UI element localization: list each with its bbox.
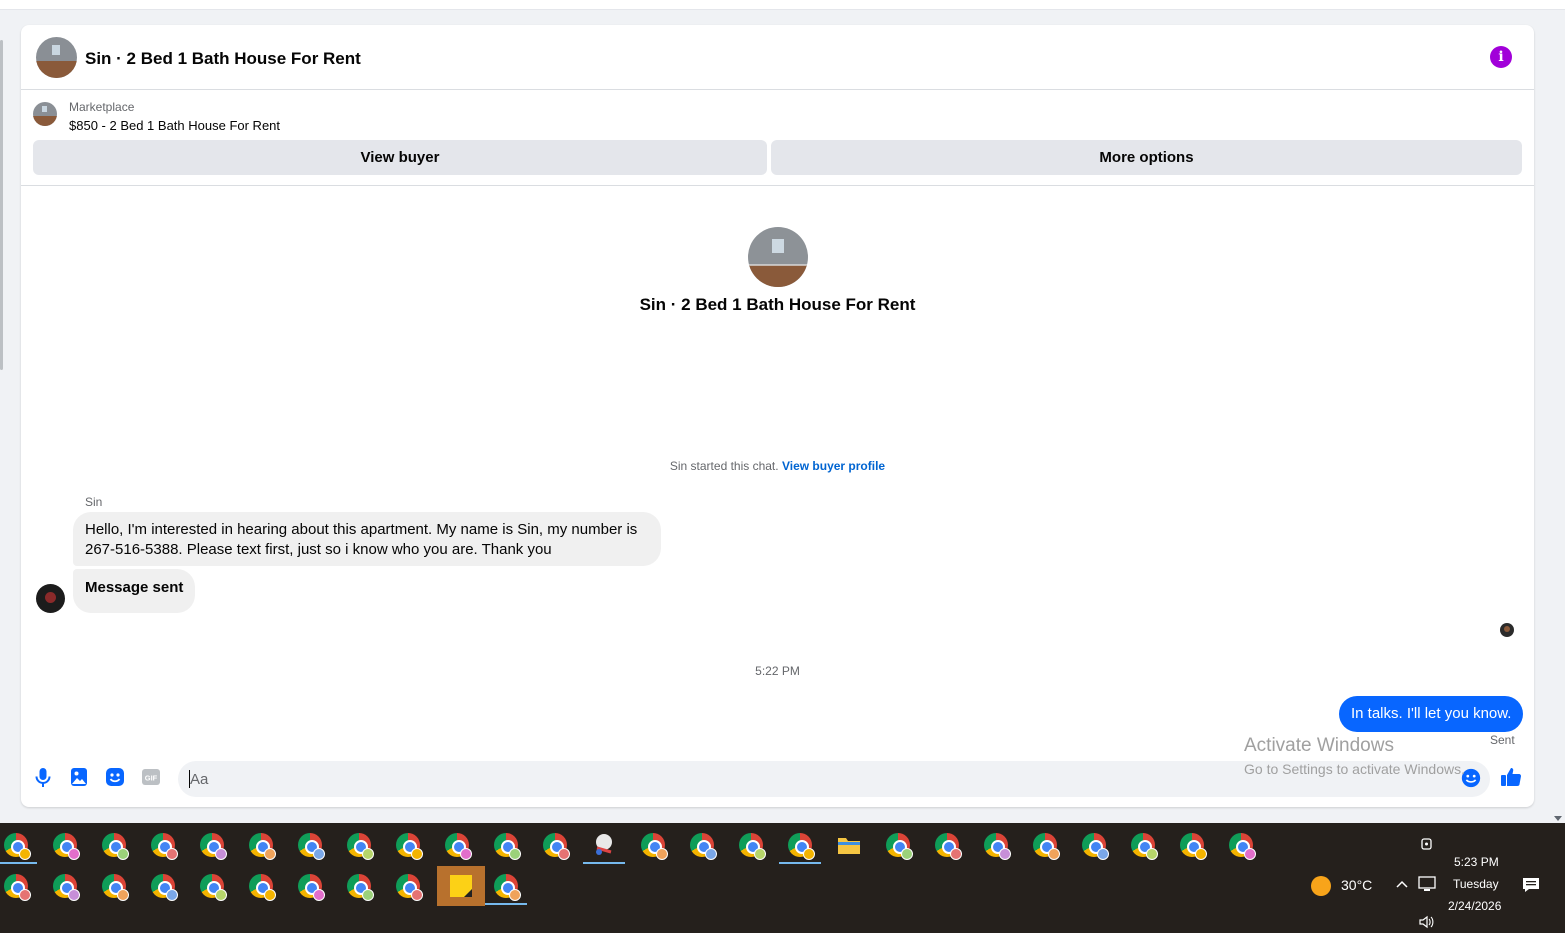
chrome-taskbar-icon[interactable]: [344, 871, 374, 901]
file-explorer-taskbar-icon[interactable]: [834, 830, 864, 860]
weather-sun-icon[interactable]: [1311, 876, 1331, 896]
hero-title: Sin · 2 Bed 1 Bath House For Rent: [639, 295, 916, 314]
chrome-taskbar-icon[interactable]: [779, 830, 821, 864]
chrome-taskbar-icon[interactable]: [442, 830, 472, 860]
chrome-taskbar-icon[interactable]: [491, 830, 521, 860]
photo-icon[interactable]: [67, 765, 91, 789]
chrome-taskbar-icon[interactable]: [1177, 830, 1207, 860]
text-caret: [189, 770, 190, 788]
chrome-taskbar-icon[interactable]: [1128, 830, 1158, 860]
view-buyer-button[interactable]: View buyer: [33, 140, 767, 175]
clock-day[interactable]: Tuesday: [1453, 877, 1499, 891]
browser-top-strip: [0, 0, 1565, 10]
activate-windows-watermark: Activate Windows Go to Settings to activ…: [1244, 735, 1465, 777]
listing-avatar[interactable]: [36, 37, 77, 78]
chrome-taskbar-icon[interactable]: [197, 871, 227, 901]
marketplace-banner: Marketplace $850 - 2 Bed 1 Bath House Fo…: [21, 91, 1534, 186]
meet-now-icon[interactable]: [1420, 836, 1434, 855]
chrome-taskbar-icon[interactable]: [99, 830, 129, 860]
chrome-taskbar-icon[interactable]: [1226, 830, 1256, 860]
chrome-taskbar-icon[interactable]: [344, 830, 374, 860]
microphone-icon[interactable]: [31, 765, 55, 789]
gif-icon[interactable]: GIF: [139, 765, 163, 789]
sticker-icon[interactable]: [103, 765, 127, 789]
chrome-taskbar-icon[interactable]: [883, 830, 913, 860]
incoming-message[interactable]: Message sent: [73, 569, 196, 613]
chat-started-notice: Sin started this chat. View buyer profil…: [21, 459, 1534, 473]
page-scrollbar[interactable]: [1551, 10, 1565, 823]
chrome-taskbar-icon[interactable]: [0, 830, 37, 864]
chrome-taskbar-icon[interactable]: [99, 871, 129, 901]
chrome-taskbar-icon[interactable]: [736, 830, 766, 860]
chrome-taskbar-icon[interactable]: [932, 830, 962, 860]
outgoing-message[interactable]: In talks. I'll let you know.: [1339, 696, 1524, 732]
listing-thumbnail[interactable]: [33, 102, 57, 126]
clock-date[interactable]: 2/24/2026: [1448, 899, 1501, 913]
message-timestamp: 5:22 PM: [755, 664, 800, 678]
chrome-taskbar-icon[interactable]: [246, 871, 276, 901]
conversation-header: Sin · 2 Bed 1 Bath House For Rent i: [21, 25, 1534, 90]
conversation-panel: Sin · 2 Bed 1 Bath House For Rent i Mark…: [21, 25, 1534, 807]
chrome-taskbar-icon[interactable]: [1030, 830, 1060, 860]
sender-avatar[interactable]: [36, 584, 65, 613]
chrome-taskbar-icon[interactable]: [148, 830, 178, 860]
more-options-button[interactable]: More options: [771, 140, 1522, 175]
chrome-taskbar-icon[interactable]: [1, 871, 31, 901]
chrome-taskbar-icon[interactable]: [50, 830, 80, 860]
snipping-tool-taskbar-icon[interactable]: [583, 830, 625, 864]
volume-icon[interactable]: [1419, 915, 1435, 932]
chrome-taskbar-icon[interactable]: [246, 830, 276, 860]
conversation-title[interactable]: Sin · 2 Bed 1 Bath House For Rent: [85, 49, 361, 69]
activate-windows-title: Activate Windows: [1244, 735, 1394, 756]
chrome-taskbar-icon[interactable]: [981, 830, 1011, 860]
network-icon[interactable]: [1418, 876, 1436, 895]
weather-temperature[interactable]: 30°C: [1341, 877, 1372, 893]
chrome-taskbar-icon[interactable]: [295, 871, 325, 901]
left-scrollbar[interactable]: [0, 40, 3, 370]
chrome-taskbar-icon[interactable]: [197, 830, 227, 860]
thumbs-up-icon[interactable]: [1499, 765, 1523, 789]
scroll-down-arrow-icon[interactable]: [1554, 816, 1562, 821]
hero-avatar[interactable]: [748, 227, 808, 287]
chrome-taskbar-icon[interactable]: [540, 830, 570, 860]
activate-windows-subtitle: Go to Settings to activate Windows.: [1244, 761, 1465, 777]
chrome-taskbar-icon[interactable]: [295, 830, 325, 860]
chrome-taskbar-icon[interactable]: [638, 830, 668, 860]
chrome-taskbar-icon[interactable]: [393, 830, 423, 860]
chrome-taskbar-icon[interactable]: [687, 830, 717, 860]
sender-name: Sin: [85, 495, 103, 509]
chrome-taskbar-icon[interactable]: [393, 871, 423, 901]
view-buyer-profile-link[interactable]: View buyer profile: [782, 459, 885, 473]
sticky-notes-taskbar-icon[interactable]: [437, 866, 485, 906]
marketplace-label: Marketplace: [69, 100, 135, 114]
seen-indicator-avatar: [1500, 623, 1514, 637]
svg-text:GIF: GIF: [145, 774, 158, 783]
chat-started-text: Sin started this chat.: [669, 459, 779, 473]
listing-title[interactable]: $850 - 2 Bed 1 Bath House For Rent: [69, 118, 280, 133]
incoming-message[interactable]: Hello, I'm interested in hearing about t…: [73, 512, 661, 566]
chrome-taskbar-icon[interactable]: [50, 871, 80, 901]
windows-taskbar: [0, 823, 1565, 933]
notification-center-icon[interactable]: [1522, 876, 1540, 897]
info-icon[interactable]: i: [1490, 46, 1512, 68]
chrome-taskbar-icon[interactable]: [485, 871, 527, 905]
chrome-taskbar-icon[interactable]: [1079, 830, 1109, 860]
message-status: Sent: [1490, 733, 1515, 747]
show-hidden-icons-chevron-icon[interactable]: [1395, 877, 1409, 894]
clock-time[interactable]: 5:23 PM: [1454, 855, 1499, 869]
chrome-taskbar-icon[interactable]: [148, 871, 178, 901]
